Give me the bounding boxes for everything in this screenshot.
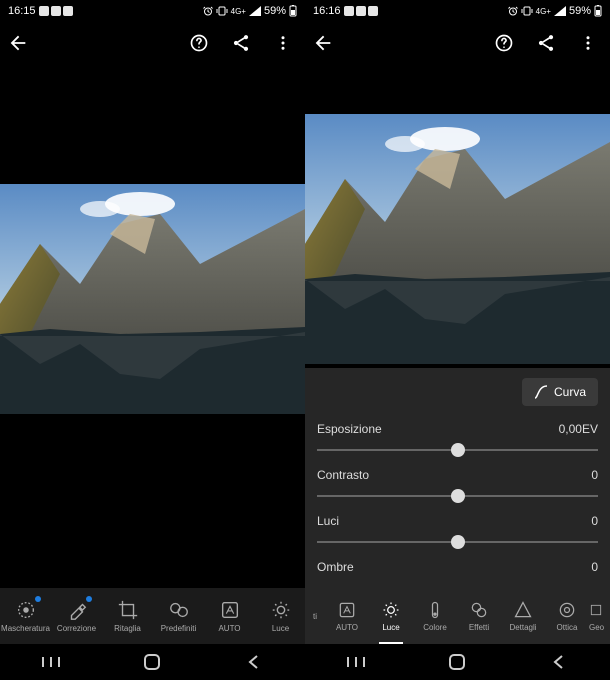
tool-predefiniti[interactable]: Predefiniti (153, 588, 204, 644)
android-nav-bar (0, 644, 305, 680)
tool-label: AUTO (218, 624, 240, 633)
nav-back[interactable] (242, 650, 266, 674)
tool-auto[interactable]: AUTO (204, 588, 255, 644)
vibrate-icon (521, 6, 533, 16)
nav-recents[interactable] (344, 650, 368, 674)
slider-luci: Luci 0 (317, 506, 598, 552)
tool-label: Ritaglia (114, 624, 141, 633)
slider-label: Luci (317, 514, 339, 528)
tool-label: Luce (382, 623, 399, 632)
tool-luce[interactable]: Luce (369, 588, 413, 644)
alarm-icon (508, 6, 518, 16)
share-button[interactable] (229, 31, 253, 55)
app-bar (0, 22, 305, 64)
android-nav-bar (305, 644, 610, 680)
tool-predefiniti-partial[interactable]: ti (305, 588, 325, 644)
signal-icon (249, 6, 261, 16)
help-button[interactable] (187, 31, 211, 55)
phone-left: 16:15 4G+ 59% (0, 0, 305, 680)
vibrate-icon (216, 6, 228, 16)
slider-esposizione: Esposizione 0,00EV (317, 414, 598, 460)
tool-label: Predefiniti (161, 624, 197, 633)
slider-thumb[interactable] (451, 489, 465, 503)
tool-label: Geo (589, 623, 604, 632)
slider-value: 0 (591, 468, 598, 482)
photo-preview (0, 184, 305, 414)
slider-thumb[interactable] (451, 535, 465, 549)
app-bar (305, 22, 610, 64)
battery-icon (289, 5, 297, 17)
help-button[interactable] (492, 31, 516, 55)
tool-effetti[interactable]: Effetti (457, 588, 501, 644)
tool-strip: Mascheratura Correzione Ritaglia Predefi… (0, 588, 305, 644)
status-notif-icons (39, 5, 81, 17)
tool-label: Correzione (57, 624, 96, 633)
slider-label: Ombre (317, 560, 354, 574)
network-icon: 4G+ (231, 7, 246, 16)
tool-label: Ottica (557, 623, 578, 632)
tool-label: Effetti (469, 623, 489, 632)
curva-button[interactable]: Curva (522, 378, 598, 406)
slider-value: 0 (591, 560, 598, 574)
signal-icon (554, 6, 566, 16)
status-bar: 16:15 4G+ 59% (0, 0, 305, 22)
slider-ombre: Ombre 0 (317, 552, 598, 574)
tool-label: Dettagli (509, 623, 536, 632)
tool-auto[interactable]: AUTO (325, 588, 369, 644)
back-button[interactable] (311, 31, 335, 55)
more-button[interactable] (271, 31, 295, 55)
share-button[interactable] (534, 31, 558, 55)
curve-icon (534, 385, 548, 399)
slider-track[interactable] (317, 490, 598, 502)
network-icon: 4G+ (536, 7, 551, 16)
slider-label: Esposizione (317, 422, 382, 436)
status-bar: 16:16 4G+ 59% (305, 0, 610, 22)
tool-label: AUTO (336, 623, 358, 632)
slider-track[interactable] (317, 536, 598, 548)
nav-recents[interactable] (39, 650, 63, 674)
tool-luce[interactable]: Luce (255, 588, 306, 644)
tool-label: Mascheratura (1, 624, 50, 633)
more-button[interactable] (576, 31, 600, 55)
tool-colore[interactable]: Colore (413, 588, 457, 644)
status-time: 16:16 (313, 5, 341, 17)
slider-track[interactable] (317, 444, 598, 456)
battery-icon (594, 5, 602, 17)
battery-text: 59% (264, 5, 286, 17)
slider-value: 0 (591, 514, 598, 528)
back-button[interactable] (6, 31, 30, 55)
slider-value: 0,00EV (559, 422, 598, 436)
photo-preview (305, 114, 610, 364)
slider-contrasto: Contrasto 0 (317, 460, 598, 506)
tool-ritaglia[interactable]: Ritaglia (102, 588, 153, 644)
tool-label: Luce (272, 624, 289, 633)
slider-label: Contrasto (317, 468, 369, 482)
tool-mascheratura[interactable]: Mascheratura (0, 588, 51, 644)
tool-geometria-partial[interactable]: Geo (589, 588, 609, 644)
badge-icon (86, 596, 92, 602)
alarm-icon (203, 6, 213, 16)
status-time: 16:15 (8, 5, 36, 17)
nav-home[interactable] (445, 650, 469, 674)
status-notif-icons (344, 5, 386, 17)
battery-text: 59% (569, 5, 591, 17)
light-panel: Curva Esposizione 0,00EV Contrasto 0 Luci 0… (305, 368, 610, 588)
phone-right: 16:16 4G+ 59% (305, 0, 610, 680)
nav-back[interactable] (547, 650, 571, 674)
tool-label: Colore (423, 623, 447, 632)
tool-correzione[interactable]: Correzione (51, 588, 102, 644)
tool-strip: ti AUTO Luce Colore Effetti Dettagli (305, 588, 610, 644)
badge-icon (35, 596, 41, 602)
tool-ottica[interactable]: Ottica (545, 588, 589, 644)
curva-label: Curva (554, 385, 586, 399)
tool-label: ti (313, 612, 317, 621)
slider-thumb[interactable] (451, 443, 465, 457)
tool-dettagli[interactable]: Dettagli (501, 588, 545, 644)
nav-home[interactable] (140, 650, 164, 674)
